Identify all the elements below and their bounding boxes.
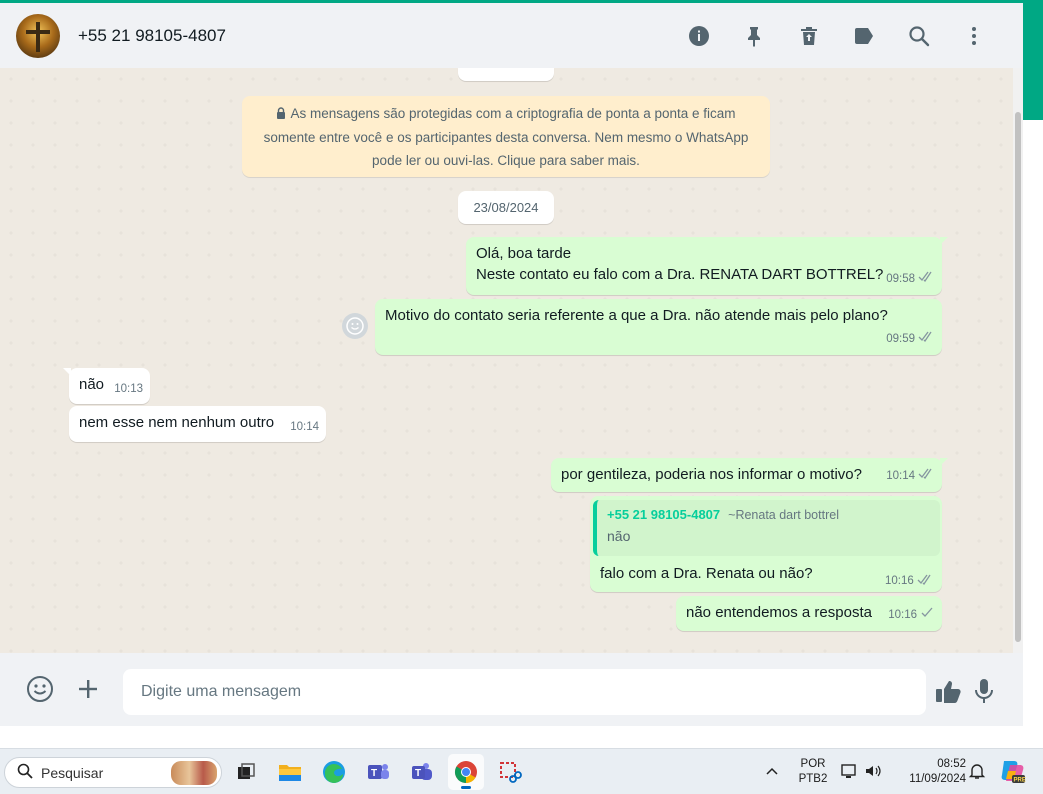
input-language-indicator[interactable]: POR PTB2	[796, 757, 830, 787]
network-icon[interactable]	[841, 762, 859, 785]
microphone-icon[interactable]	[966, 673, 1002, 709]
message-time: 10:13	[114, 383, 143, 395]
encryption-notice-line-1: As mensagens são protegidas com a cripto…	[256, 102, 756, 126]
reaction-emoji-icon[interactable]	[342, 313, 368, 339]
message-text: Olá, boa tarde	[476, 245, 572, 262]
date-divider: 23/08/2024	[458, 191, 554, 224]
previous-date-divider	[458, 68, 554, 81]
task-view-icon[interactable]	[228, 754, 264, 790]
language-code: POR	[800, 758, 826, 770]
info-icon[interactable]	[671, 16, 726, 56]
message-text: Neste contato eu falo com a Dra. RENATA …	[476, 266, 884, 283]
copilot-icon[interactable]: PRE	[998, 757, 1026, 790]
svg-text:PRE: PRE	[1014, 778, 1026, 784]
message-bubble[interactable]: não entendemos a resposta 10:16	[676, 596, 942, 631]
message-text: Motivo do contato seria referente a que …	[385, 307, 888, 324]
message-text: por gentileza, poderia nos informar o mo…	[561, 466, 862, 483]
side-accent-bar	[1023, 0, 1043, 120]
message-bubble[interactable]: não 10:13	[63, 368, 150, 404]
taskbar-search-label: Pesquisar	[41, 764, 104, 781]
chat-scrollbar[interactable]	[1013, 68, 1023, 653]
svg-text:T: T	[371, 768, 377, 779]
single-check-icon	[920, 605, 934, 626]
volume-icon[interactable]	[864, 762, 882, 785]
message-text: não	[79, 376, 105, 393]
message-bubble[interactable]: nem esse nem nenhum outro 10:14	[69, 406, 326, 442]
message-bubble[interactable]: por gentileza, poderia nos informar o mo…	[551, 458, 948, 492]
window-bottom-gap	[0, 726, 1043, 748]
edge-browser-icon[interactable]	[316, 754, 352, 790]
quote-text: não	[607, 528, 631, 544]
windows-taskbar: Pesquisar T T POR PTB2 08:52 11/09/2024	[0, 748, 1043, 794]
message-bubble[interactable]: Motivo do contato seria referente a que …	[375, 299, 942, 355]
double-check-icon	[918, 466, 934, 487]
message-text: nem esse nem nenhum outro	[79, 414, 275, 431]
message-time: 10:16	[888, 609, 917, 621]
chevron-up-icon[interactable]	[764, 763, 780, 784]
encryption-notice[interactable]: As mensagens são protegidas com a cripto…	[242, 96, 770, 177]
message-input[interactable]	[123, 669, 926, 715]
search-highlight-image	[171, 761, 217, 785]
contact-avatar[interactable]	[16, 13, 60, 58]
search-icon	[17, 763, 33, 782]
message-time: 10:14	[290, 421, 319, 433]
active-app-indicator	[461, 786, 471, 789]
taskbar-search[interactable]: Pesquisar	[4, 757, 222, 788]
thumbs-up-icon[interactable]	[930, 673, 966, 709]
chrome-icon[interactable]	[448, 754, 484, 790]
pin-icon[interactable]	[726, 16, 781, 56]
side-pane	[1023, 120, 1043, 726]
teams-classic-icon[interactable]: T	[404, 754, 440, 790]
quoted-message[interactable]: +55 21 98105-4807 ~Renata dart bottrel nã…	[593, 500, 940, 556]
clock-date: 11/09/2024	[909, 773, 966, 785]
teams-icon[interactable]: T	[360, 754, 396, 790]
double-check-icon	[918, 269, 934, 290]
search-icon[interactable]	[891, 16, 946, 56]
chat-area[interactable]: As mensagens são protegidas com a cripto…	[0, 68, 1013, 653]
quote-sender-alias: ~Renata dart bottrel	[728, 508, 839, 522]
double-check-icon	[918, 329, 934, 350]
delete-icon[interactable]	[781, 16, 836, 56]
message-text: não entendemos a resposta	[686, 604, 872, 621]
notification-bell-icon[interactable]	[968, 762, 986, 785]
message-time: 09:59	[886, 333, 915, 345]
keyboard-layout: PTB2	[798, 773, 828, 785]
svg-text:T: T	[415, 768, 421, 779]
encryption-notice-line-2: somente entre você e os participantes de…	[263, 130, 749, 145]
message-text: falo com a Dra. Renata ou não?	[600, 565, 813, 582]
clock[interactable]: 08:52 11/09/2024	[894, 757, 966, 787]
snipping-tool-icon[interactable]	[492, 754, 528, 790]
message-bubble[interactable]: Olá, boa tarde Neste contato eu falo com…	[466, 237, 948, 295]
emoji-icon[interactable]	[22, 671, 58, 707]
message-time: 10:16	[885, 575, 914, 587]
quote-sender-phone: +55 21 98105-4807	[607, 507, 721, 522]
message-time: 10:14	[886, 470, 915, 482]
header-actions	[671, 3, 1001, 68]
file-explorer-icon[interactable]	[272, 754, 308, 790]
label-icon[interactable]	[836, 16, 891, 56]
contact-name[interactable]: +55 21 98105-4807	[78, 26, 226, 46]
lock-icon	[276, 103, 286, 126]
chat-header[interactable]: +55 21 98105-4807	[0, 3, 1023, 68]
double-check-icon	[917, 574, 933, 588]
menu-icon[interactable]	[946, 16, 1001, 56]
scrollbar-thumb[interactable]	[1015, 112, 1021, 642]
clock-time: 08:52	[937, 758, 966, 770]
encryption-notice-line-3: pode ler ou ouvi-las. Clique para saber …	[372, 153, 640, 168]
message-composer	[0, 653, 1023, 726]
message-time: 09:58	[886, 273, 915, 285]
attach-plus-icon[interactable]	[70, 671, 106, 707]
